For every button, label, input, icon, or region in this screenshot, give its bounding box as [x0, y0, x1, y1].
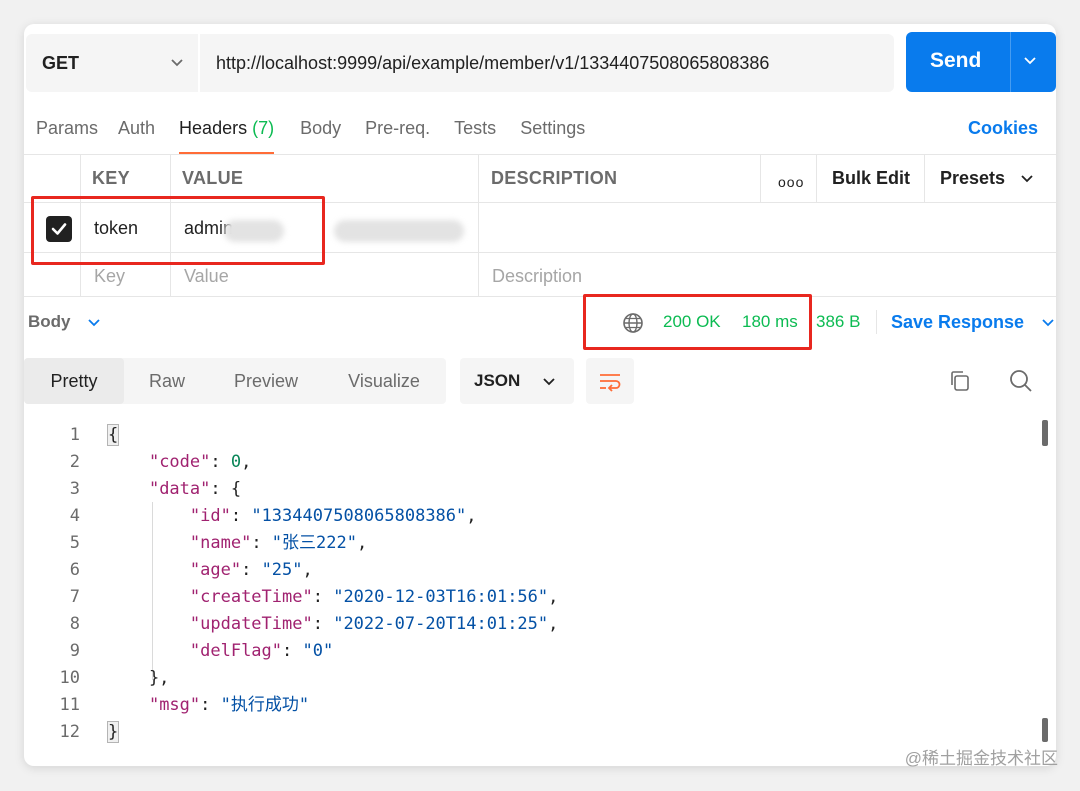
send-button[interactable]: Send: [906, 32, 1056, 92]
meta-divider: [876, 310, 877, 334]
col-divider: [478, 154, 479, 296]
column-header-description: DESCRIPTION: [491, 168, 618, 188]
code-line: {: [106, 424, 120, 446]
tab-pretty[interactable]: Pretty: [24, 358, 124, 404]
method-label: GET: [42, 52, 80, 73]
headers-count-badge: (7): [252, 118, 275, 138]
line-numbers: 1 2 3 4 5 6 7 8 9 10 11 12: [34, 422, 80, 746]
line-number: 8: [69, 614, 80, 634]
request-panel: GET http://localhost:9999/api/example/me…: [24, 24, 1056, 766]
response-time: 180 ms: [742, 312, 798, 331]
response-section-dropdown[interactable]: Body: [28, 312, 101, 332]
line-number: 7: [69, 587, 80, 607]
col-divider: [760, 154, 761, 202]
tab-params[interactable]: Params: [36, 118, 98, 148]
col-divider: [924, 154, 925, 202]
line-number: 1: [69, 425, 80, 445]
response-view-tabs: Pretty Raw Preview Visualize: [24, 358, 446, 404]
tab-tests[interactable]: Tests: [454, 118, 496, 148]
tab-raw[interactable]: Raw: [124, 358, 210, 404]
url-input[interactable]: http://localhost:9999/api/example/member…: [200, 34, 894, 92]
send-options-chevron-icon[interactable]: [1022, 52, 1038, 70]
save-response-button[interactable]: Save Response: [891, 312, 1055, 333]
tab-headers[interactable]: Headers (7): [179, 118, 275, 154]
chevron-down-icon: [1042, 319, 1054, 327]
code-line: }: [106, 721, 120, 743]
line-number: 3: [69, 479, 80, 499]
wrap-lines-icon: [600, 374, 621, 392]
scrollbar-thumb[interactable]: [1042, 718, 1048, 742]
response-body-code[interactable]: { "code": 0, "data": { "id": "1334407508…: [106, 422, 559, 746]
presets-dropdown[interactable]: Presets: [940, 168, 1034, 189]
code-line: "delFlag": "0": [189, 641, 334, 661]
wrap-lines-button[interactable]: [586, 358, 634, 404]
code-line: "name": "张三222",: [189, 533, 368, 553]
tab-settings[interactable]: Settings: [520, 118, 585, 148]
code-line: "updateTime": "2022-07-20T14:01:25",: [189, 614, 559, 634]
scrollbar-thumb[interactable]: [1042, 420, 1048, 446]
highlight-header-row: [31, 196, 325, 265]
cookies-link[interactable]: Cookies: [968, 118, 1038, 139]
redacted-value: [334, 220, 464, 242]
globe-icon[interactable]: [622, 312, 644, 334]
code-line: "createTime": "2020-12-03T16:01:56",: [189, 587, 559, 607]
more-options-button[interactable]: ooo: [778, 174, 804, 190]
value-placeholder[interactable]: Value: [184, 266, 229, 287]
tab-preview[interactable]: Preview: [210, 358, 322, 404]
line-number: 5: [69, 533, 80, 553]
response-size: 386 B: [816, 312, 861, 331]
code-line: "code": 0,: [148, 452, 252, 472]
chevron-down-icon: [171, 59, 183, 67]
key-placeholder[interactable]: Key: [94, 266, 125, 287]
line-number: 6: [69, 560, 80, 580]
format-select[interactable]: JSON: [460, 358, 574, 404]
method-select[interactable]: GET: [26, 34, 198, 92]
tab-pre-request[interactable]: Pre-req.: [365, 118, 430, 148]
watermark: @稀土掘金技术社区: [904, 749, 1058, 768]
copy-icon[interactable]: [948, 369, 972, 393]
search-icon[interactable]: [1008, 368, 1034, 394]
line-number: 4: [69, 506, 80, 526]
send-label: Send: [930, 49, 982, 72]
code-line: "msg": "执行成功": [148, 695, 310, 715]
tab-body[interactable]: Body: [300, 118, 341, 148]
tab-visualize[interactable]: Visualize: [322, 358, 446, 404]
bulk-edit-button[interactable]: Bulk Edit: [832, 168, 910, 189]
chevron-down-icon: [1021, 175, 1033, 183]
code-line: "data": {: [148, 479, 242, 499]
line-number: 10: [59, 668, 80, 688]
code-line: "id": "1334407508065808386",: [189, 506, 477, 526]
column-header-key: KEY: [92, 168, 130, 188]
description-placeholder[interactable]: Description: [492, 266, 582, 287]
column-header-value: VALUE: [182, 168, 244, 188]
tab-auth[interactable]: Auth: [118, 118, 155, 148]
line-number: 9: [69, 641, 80, 661]
col-divider: [816, 154, 817, 202]
line-number: 12: [59, 722, 80, 742]
status-code: 200 OK: [663, 312, 721, 331]
send-divider: [1010, 32, 1011, 92]
chevron-down-icon: [543, 378, 555, 386]
code-line: "age": "25",: [189, 560, 313, 580]
line-number: 2: [69, 452, 80, 472]
line-number: 11: [59, 695, 80, 715]
request-tabs: Params Auth Headers (7) Body Pre-req. Te…: [36, 118, 585, 154]
code-line: },: [108, 668, 170, 688]
chevron-down-icon: [88, 318, 100, 326]
table-bottom-border: [24, 296, 1056, 297]
table-top-border: [24, 154, 1056, 155]
